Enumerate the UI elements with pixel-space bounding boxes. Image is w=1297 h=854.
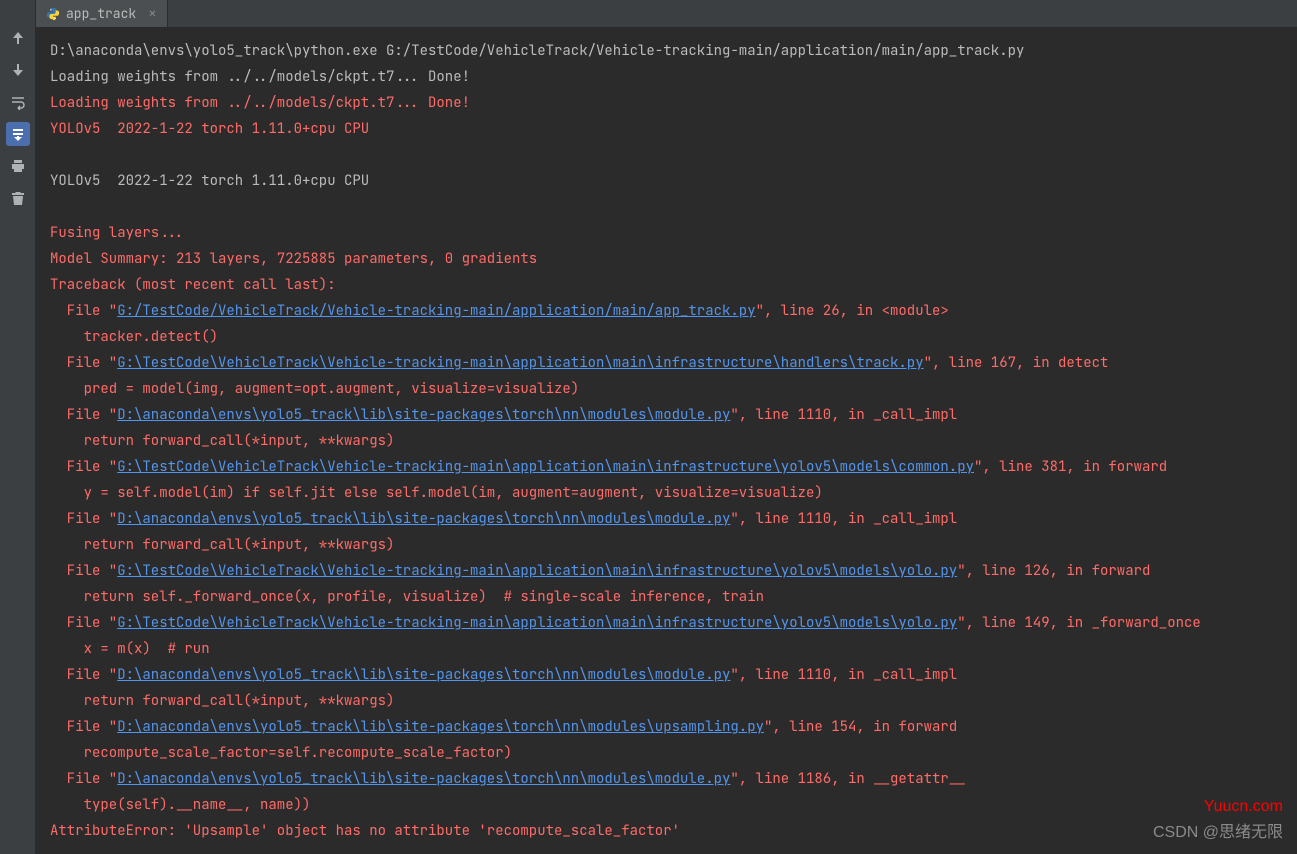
console-line (50, 142, 1283, 168)
console-line: pred = model(img, augment=opt.augment, v… (50, 376, 1283, 402)
console-text: File " (50, 302, 117, 320)
console-text: x = m(x) # run (50, 640, 210, 658)
console-text: File " (50, 458, 117, 476)
console-line: File "D:\anaconda\envs\yolo5_track\lib\s… (50, 402, 1283, 428)
close-icon[interactable]: × (148, 5, 156, 23)
console-line: File "G:\TestCode\VehicleTrack\Vehicle-t… (50, 350, 1283, 376)
console-line: Loading weights from ../../models/ckpt.t… (50, 90, 1283, 116)
console-text: ", line 381, in forward (974, 458, 1167, 476)
tab-label: app_track (66, 5, 136, 22)
console-text: File " (50, 406, 117, 424)
scroll-to-end-icon[interactable] (6, 122, 30, 146)
watermark-top: Yuucn.com (1204, 798, 1283, 816)
console-text: Fusing layers... (50, 224, 193, 242)
console-line: File "G:/TestCode/VehicleTrack/Vehicle-t… (50, 298, 1283, 324)
console-text: return self._forward_once(x, profile, vi… (50, 588, 764, 606)
console-text: ", line 1110, in _call_impl (730, 510, 957, 528)
console-line: YOLOv5 2022-1-22 torch 1.11.0+cpu CPU (50, 168, 1283, 194)
console-line: File "D:\anaconda\envs\yolo5_track\lib\s… (50, 714, 1283, 740)
console-text: YOLOv5 2022-1-22 torch 1.11.0+cpu CPU (50, 120, 369, 138)
main-panel: app_track × D:\anaconda\envs\yolo5_track… (36, 0, 1297, 854)
console-text: tracker.detect() (50, 328, 218, 346)
console-text: return forward_call(*input, **kwargs) (50, 536, 394, 554)
file-link[interactable]: D:\anaconda\envs\yolo5_track\lib\site-pa… (117, 510, 730, 528)
console-text: recompute_scale_factor=self.recompute_sc… (50, 744, 512, 762)
console-line (50, 194, 1283, 220)
console-text: Traceback (most recent call last): (50, 276, 336, 294)
console-line: tracker.detect() (50, 324, 1283, 350)
console-text: ", line 1186, in __getattr__ (730, 770, 965, 788)
console-line: File "G:\TestCode\VehicleTrack\Vehicle-t… (50, 454, 1283, 480)
file-link[interactable]: G:\TestCode\VehicleTrack\Vehicle-trackin… (117, 458, 974, 476)
console-line: return forward_call(*input, **kwargs) (50, 428, 1283, 454)
console-line: return forward_call(*input, **kwargs) (50, 532, 1283, 558)
file-link[interactable]: G:/TestCode/VehicleTrack/Vehicle-trackin… (117, 302, 755, 320)
console-line: Fusing layers... (50, 220, 1283, 246)
soft-wrap-icon[interactable] (6, 90, 30, 114)
console-line: x = m(x) # run (50, 636, 1283, 662)
console-line: recompute_scale_factor=self.recompute_sc… (50, 740, 1283, 766)
console-text: Loading weights from ../../models/ckpt.t… (50, 94, 470, 112)
file-link[interactable]: G:\TestCode\VehicleTrack\Vehicle-trackin… (117, 562, 957, 580)
arrow-down-icon[interactable] (6, 58, 30, 82)
console-text: File " (50, 562, 117, 580)
console-text: ", line 26, in <module> (756, 302, 949, 320)
file-link[interactable]: G:\TestCode\VehicleTrack\Vehicle-trackin… (117, 614, 957, 632)
console-text: YOLOv5 2022-1-22 torch 1.11.0+cpu CPU (50, 172, 369, 190)
file-link[interactable]: G:\TestCode\VehicleTrack\Vehicle-trackin… (117, 354, 923, 372)
console-text: Loading weights from ../../models/ckpt.t… (50, 68, 470, 86)
file-link[interactable]: D:\anaconda\envs\yolo5_track\lib\site-pa… (117, 406, 730, 424)
file-link[interactable]: D:\anaconda\envs\yolo5_track\lib\site-pa… (117, 666, 730, 684)
console-text: ", line 1110, in _call_impl (730, 406, 957, 424)
console-line: Loading weights from ../../models/ckpt.t… (50, 64, 1283, 90)
arrow-up-icon[interactable] (6, 26, 30, 50)
python-icon (46, 7, 60, 21)
console-line: Traceback (most recent call last): (50, 272, 1283, 298)
console-text: pred = model(img, augment=opt.augment, v… (50, 380, 579, 398)
file-link[interactable]: D:\anaconda\envs\yolo5_track\lib\site-pa… (117, 770, 730, 788)
print-icon[interactable] (6, 154, 30, 178)
tab-app-track[interactable]: app_track × (36, 0, 168, 27)
console-line: File "G:\TestCode\VehicleTrack\Vehicle-t… (50, 610, 1283, 636)
console-line: return forward_call(*input, **kwargs) (50, 688, 1283, 714)
console-text: AttributeError: 'Upsample' object has no… (50, 822, 680, 840)
console-text: ", line 1110, in _call_impl (730, 666, 957, 684)
console-text: File " (50, 354, 117, 372)
console-line: File "D:\anaconda\envs\yolo5_track\lib\s… (50, 506, 1283, 532)
console-line: File "G:\TestCode\VehicleTrack\Vehicle-t… (50, 558, 1283, 584)
file-link[interactable]: D:\anaconda\envs\yolo5_track\lib\site-pa… (117, 718, 764, 736)
console-text: File " (50, 510, 117, 528)
console-line: Model Summary: 213 layers, 7225885 param… (50, 246, 1283, 272)
console-text: D:\anaconda\envs\yolo5_track\python.exe … (50, 42, 1024, 60)
console-text: Model Summary: 213 layers, 7225885 param… (50, 250, 537, 268)
console-text: File " (50, 666, 117, 684)
console-line: YOLOv5 2022-1-22 torch 1.11.0+cpu CPU (50, 116, 1283, 142)
console-text: ", line 126, in forward (957, 562, 1150, 580)
watermark-bottom: CSDN @思绪无限 (1153, 818, 1283, 842)
tab-bar: app_track × (36, 0, 1297, 28)
console-text: return forward_call(*input, **kwargs) (50, 692, 394, 710)
console-text: ", line 167, in detect (924, 354, 1109, 372)
console-text: File " (50, 718, 117, 736)
console-text: return forward_call(*input, **kwargs) (50, 432, 394, 450)
console-text: File " (50, 770, 117, 788)
console-text: ", line 149, in _forward_once (957, 614, 1201, 632)
console-text: ", line 154, in forward (764, 718, 957, 736)
console-output[interactable]: D:\anaconda\envs\yolo5_track\python.exe … (36, 28, 1297, 854)
console-line: y = self.model(im) if self.jit else self… (50, 480, 1283, 506)
console-text: y = self.model(im) if self.jit else self… (50, 484, 823, 502)
console-text: File " (50, 614, 117, 632)
console-line: AttributeError: 'Upsample' object has no… (50, 818, 1283, 844)
console-line: D:\anaconda\envs\yolo5_track\python.exe … (50, 38, 1283, 64)
console-line: File "D:\anaconda\envs\yolo5_track\lib\s… (50, 662, 1283, 688)
console-gutter (0, 0, 36, 854)
trash-icon[interactable] (6, 186, 30, 210)
console-line: File "D:\anaconda\envs\yolo5_track\lib\s… (50, 766, 1283, 792)
console-text: type(self).__name__, name)) (50, 796, 310, 814)
console-line: return self._forward_once(x, profile, vi… (50, 584, 1283, 610)
console-line: type(self).__name__, name)) (50, 792, 1283, 818)
